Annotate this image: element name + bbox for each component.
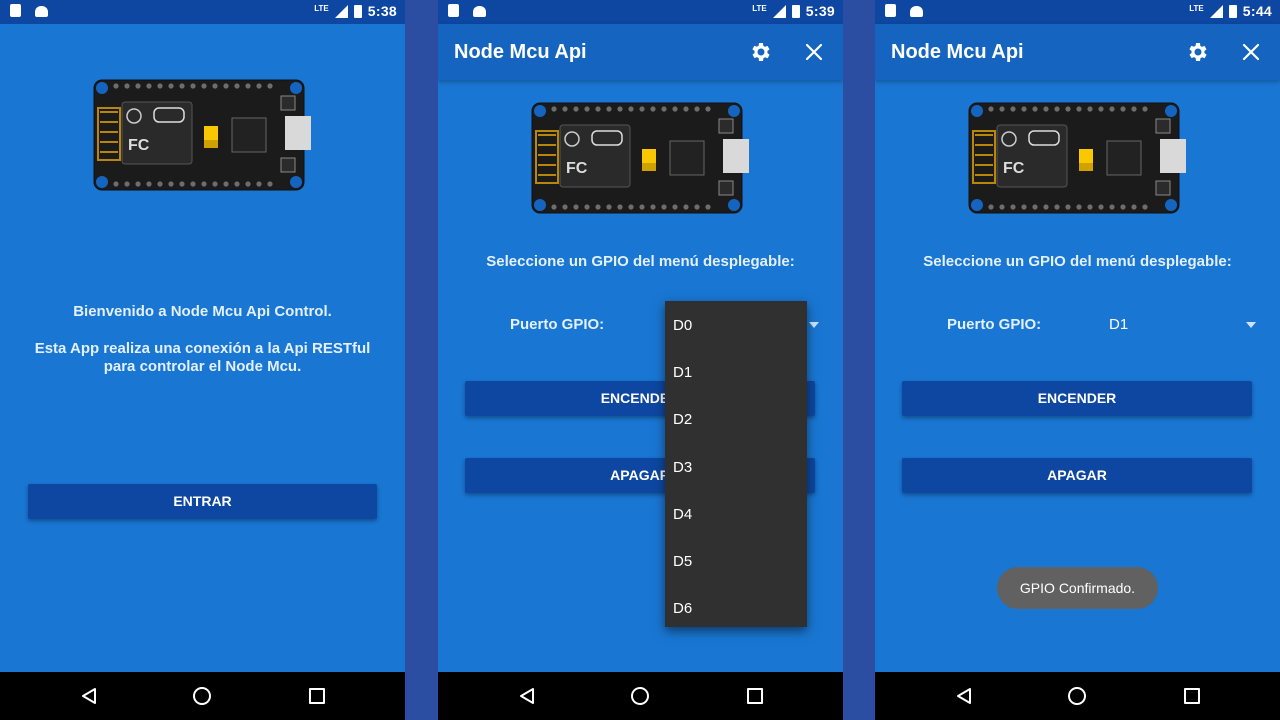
gear-icon[interactable] xyxy=(1186,40,1210,64)
phone-screen-confirmed: LTE 5:44 Node Mcu Api FC Seleccione un G… xyxy=(875,0,1280,720)
app-bar: Node Mcu Api xyxy=(875,24,1280,80)
app-title: Node Mcu Api xyxy=(454,41,587,63)
svg-text:FC: FC xyxy=(566,160,588,177)
home-icon[interactable] xyxy=(631,687,649,705)
sd-card-icon xyxy=(448,4,459,17)
dropdown-option-d6[interactable]: D6 xyxy=(673,600,692,617)
android-icon xyxy=(910,6,923,17)
app-bar: Node Mcu Api xyxy=(438,24,843,80)
description-line-1: Esta App realiza una conexión a la Api R… xyxy=(34,340,371,357)
dropdown-option-d3[interactable]: D3 xyxy=(673,459,692,476)
back-icon[interactable] xyxy=(956,687,972,705)
app-title: Node Mcu Api xyxy=(891,41,1024,63)
svg-text:FC: FC xyxy=(1003,160,1025,177)
status-time: 5:44 xyxy=(1242,3,1272,19)
nodemcu-board-image: FC xyxy=(967,101,1199,220)
off-button[interactable]: APAGAR xyxy=(902,458,1252,493)
dropdown-option-d2[interactable]: D2 xyxy=(673,411,692,428)
status-time: 5:39 xyxy=(805,3,835,19)
battery-icon xyxy=(353,4,362,18)
gpio-dropdown-menu: D0 D1 D2 D3 D4 D5 D6 xyxy=(665,301,807,627)
enter-button[interactable]: ENTRAR xyxy=(28,484,377,519)
android-icon xyxy=(473,6,486,17)
navigation-bar xyxy=(875,672,1280,720)
android-icon xyxy=(35,6,48,17)
gpio-label: Puerto GPIO: xyxy=(510,316,605,333)
gpio-prompt: Seleccione un GPIO del menú desplegable: xyxy=(923,253,1232,270)
network-type: LTE xyxy=(314,3,329,13)
signal-icon xyxy=(334,4,348,18)
back-icon[interactable] xyxy=(519,687,535,705)
battery-icon xyxy=(1228,4,1237,18)
on-button[interactable]: ENCENDER xyxy=(902,381,1252,416)
chevron-down-icon xyxy=(809,322,819,328)
back-icon[interactable] xyxy=(81,687,97,705)
status-time: 5:38 xyxy=(367,3,397,19)
welcome-text: Bienvenido a Node Mcu Api Control. xyxy=(73,303,332,320)
signal-icon xyxy=(772,4,786,18)
gpio-label: Puerto GPIO: xyxy=(947,316,1042,333)
svg-text:FC: FC xyxy=(128,137,150,154)
signal-icon xyxy=(1209,4,1223,18)
dropdown-option-d0[interactable]: D0 xyxy=(673,317,692,334)
gpio-spinner[interactable]: Puerto GPIO: D1 xyxy=(875,310,1280,340)
close-icon[interactable] xyxy=(1240,41,1262,63)
toast-message: GPIO Confirmado. xyxy=(997,567,1158,609)
gpio-selected-value: D1 xyxy=(1109,316,1129,333)
dropdown-option-d4[interactable]: D4 xyxy=(673,506,692,523)
network-type: LTE xyxy=(1189,3,1204,13)
phone-screen-dropdown: LTE 5:39 Node Mcu Api FC Seleccione un G… xyxy=(438,0,843,720)
home-icon[interactable] xyxy=(193,687,211,705)
nodemcu-board-image: FC xyxy=(530,101,762,220)
home-icon[interactable] xyxy=(1068,687,1086,705)
navigation-bar xyxy=(0,672,405,720)
network-type: LTE xyxy=(752,3,767,13)
nodemcu-board-image: FC xyxy=(92,78,324,197)
status-bar: LTE 5:39 xyxy=(438,0,843,24)
chevron-down-icon xyxy=(1246,322,1256,328)
status-bar: LTE 5:44 xyxy=(875,0,1280,24)
status-bar: LTE 5:38 xyxy=(0,0,405,24)
phone-screen-welcome: LTE 5:38 FC Bienvenido a Node Mcu Api Co… xyxy=(0,0,405,720)
battery-icon xyxy=(791,4,800,18)
dropdown-option-d1[interactable]: D1 xyxy=(673,364,692,381)
close-icon[interactable] xyxy=(803,41,825,63)
sd-card-icon xyxy=(885,4,896,17)
navigation-bar xyxy=(438,672,843,720)
sd-card-icon xyxy=(10,4,21,17)
dropdown-option-d5[interactable]: D5 xyxy=(673,553,692,570)
gear-icon[interactable] xyxy=(749,40,773,64)
description-line-2: para controlar el Node Mcu. xyxy=(103,358,302,375)
recent-apps-icon[interactable] xyxy=(747,688,763,704)
recent-apps-icon[interactable] xyxy=(1184,688,1200,704)
recent-apps-icon[interactable] xyxy=(309,688,325,704)
gpio-prompt: Seleccione un GPIO del menú desplegable: xyxy=(486,253,795,270)
